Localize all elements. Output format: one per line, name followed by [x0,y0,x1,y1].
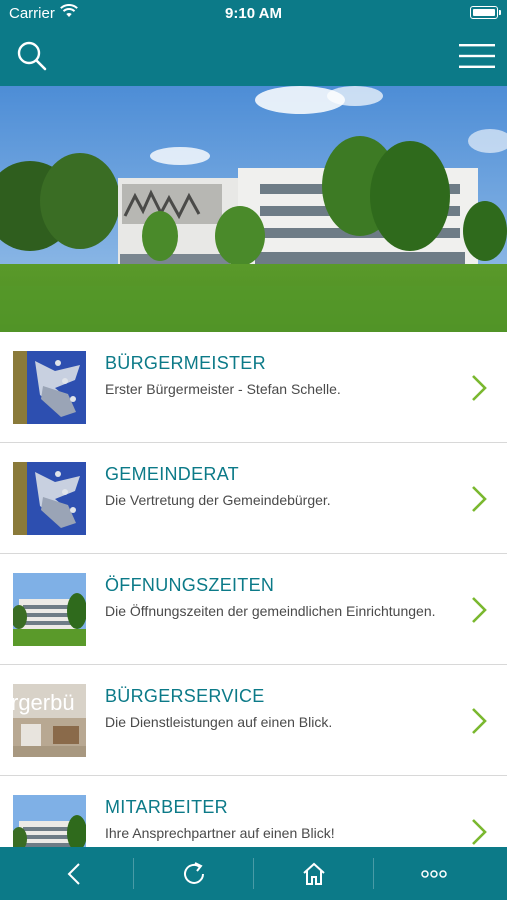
back-icon[interactable] [14,847,134,900]
chevron-right-icon [472,708,487,734]
list-item-subtitle: Die Vertretung der Gemeindebürger. [105,492,331,508]
lobby-thumbnail: rgerbü [13,684,86,757]
list-item-subtitle: Erster Bürgermeister - Stefan Schelle. [105,381,341,397]
lobby-thumbnail-text: rgerbü [13,690,75,715]
list-item-title: MITARBEITER [105,797,228,817]
list-item-subtitle: Die Öffnungszeiten der gemeindlichen Ein… [105,603,436,619]
menu-list: BÜRGERMEISTER Erster Bürgermeister - Ste… [0,332,507,847]
list-item-title: BÜRGERMEISTER [105,353,266,373]
list-item-title: BÜRGERSERVICE [105,686,265,706]
list-item-gemeinderat[interactable]: GEMEINDERAT Die Vertretung der Gemeindeb… [0,443,507,554]
status-bar: Carrier 9:10 AM [0,0,507,28]
list-item-subtitle: Ihre Ansprechpartner auf einen Blick! [105,825,335,841]
list-item-mitarbeiter[interactable]: MITARBEITER Ihre Ansprechpartner auf ein… [0,776,507,847]
list-item-title: GEMEINDERAT [105,464,239,484]
top-navigation-bar [0,28,507,86]
more-icon[interactable] [374,847,494,900]
list-item-title: ÖFFNUNGSZEITEN [105,575,275,595]
sculpture-thumbnail [13,351,86,424]
home-icon[interactable] [254,847,374,900]
building-thumbnail [13,573,86,646]
chevron-right-icon [472,486,487,512]
clock: 9:10 AM [225,5,282,22]
chevron-right-icon [472,819,487,845]
hero-image-town-hall [0,86,507,332]
bottom-toolbar [0,847,507,900]
hamburger-menu-icon[interactable] [459,42,495,70]
list-item-oeffnungszeiten[interactable]: ÖFFNUNGSZEITEN Die Öffnungszeiten der ge… [0,554,507,665]
building-thumbnail [13,795,86,847]
refresh-icon[interactable] [134,847,254,900]
search-icon[interactable] [16,40,48,72]
battery-icon [470,6,501,19]
list-item-buergermeister[interactable]: BÜRGERMEISTER Erster Bürgermeister - Ste… [0,332,507,443]
list-item-subtitle: Die Dienstleistungen auf einen Blick. [105,714,333,730]
chevron-right-icon [472,375,487,401]
list-item-buergerservice[interactable]: rgerbü BÜRGERSERVICE Die Dienstleistunge… [0,665,507,776]
sculpture-thumbnail [13,462,86,535]
chevron-right-icon [472,597,487,623]
